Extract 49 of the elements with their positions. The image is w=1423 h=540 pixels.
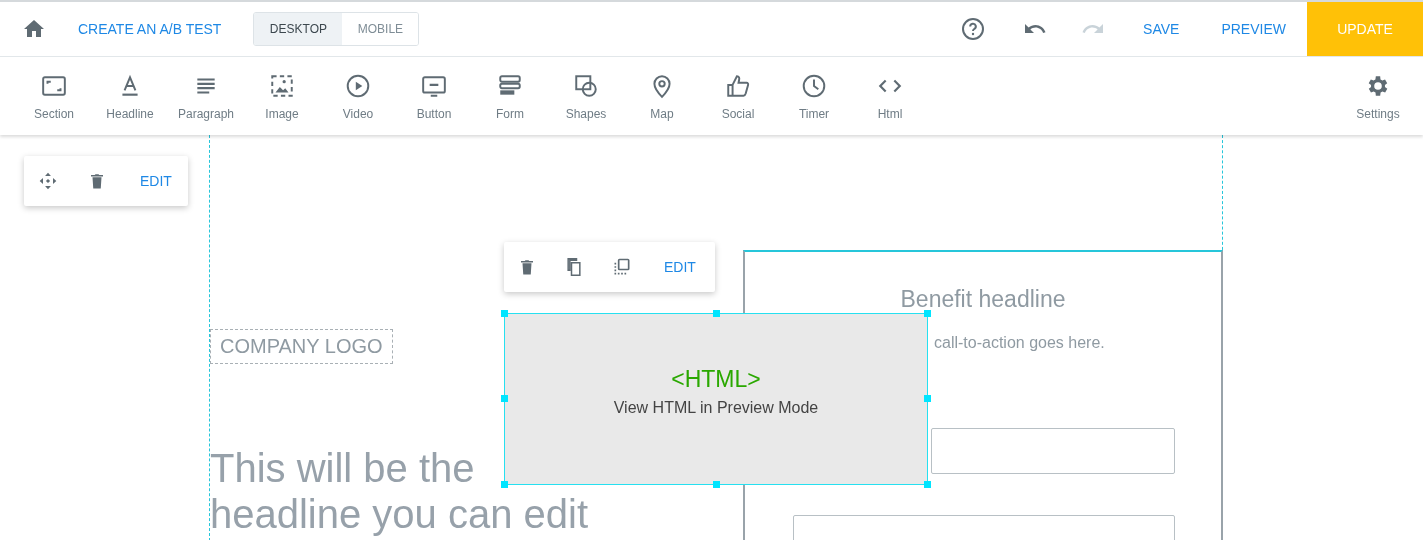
trash-icon[interactable]	[518, 258, 536, 276]
benefit-headline: Benefit headline	[899, 286, 1067, 313]
toolbar-item[interactable]: Timer	[776, 57, 852, 121]
toolbar-item[interactable]: Map	[624, 57, 700, 121]
toolbar-item[interactable]: Headline	[92, 57, 168, 121]
resize-handle[interactable]	[924, 395, 931, 402]
toolbar-item[interactable]: Html	[852, 57, 928, 121]
duplicate-icon[interactable]	[612, 257, 632, 277]
save-link[interactable]: SAVE	[1143, 21, 1180, 37]
preview-link[interactable]: PREVIEW	[1221, 21, 1286, 37]
toolbar-item[interactable]: Shapes	[548, 57, 624, 121]
edit-link[interactable]: EDIT	[140, 173, 172, 189]
toolbar-item[interactable]: Paragraph	[168, 57, 244, 121]
toolbar-item[interactable]: Form	[472, 57, 548, 121]
resize-handle[interactable]	[501, 481, 508, 488]
resize-handle[interactable]	[713, 310, 720, 317]
help-icon[interactable]	[961, 17, 986, 41]
social-icon	[725, 73, 751, 99]
video-icon	[345, 73, 371, 99]
edit-link[interactable]: EDIT	[664, 259, 696, 275]
toolbar-item[interactable]: Button	[396, 57, 472, 121]
resize-handle[interactable]	[924, 310, 931, 317]
headline-text: headline you can edit	[210, 491, 589, 537]
section-icon	[41, 73, 67, 99]
toolbar-item[interactable]: Social	[700, 57, 776, 121]
device-tab[interactable]: DESKTOP	[254, 13, 343, 45]
company-logo: COMPANY LOGO	[210, 329, 393, 364]
button-icon	[421, 73, 447, 99]
headline-text: This will be the	[210, 445, 475, 491]
trash-icon[interactable]	[88, 172, 106, 190]
timer-icon	[801, 73, 827, 99]
resize-handle[interactable]	[501, 395, 508, 402]
image-icon	[269, 73, 295, 99]
ab-test-link[interactable]: CREATE AN A/B TEST	[78, 21, 222, 37]
shapes-icon	[573, 73, 599, 99]
toolbar-item[interactable]: Image	[244, 57, 320, 121]
toolbar-item[interactable]: Video	[320, 57, 396, 121]
html-subtitle: View HTML in Preview Mode	[613, 399, 819, 417]
resize-handle[interactable]	[924, 481, 931, 488]
html-block[interactable]: <HTML> View HTML in Preview Mode	[504, 313, 928, 485]
toolbar-item[interactable]: Section	[16, 57, 92, 121]
copy-icon[interactable]	[564, 257, 584, 277]
cta-text: call-to-action goes here.	[934, 334, 1105, 352]
html-title: <HTML>	[671, 366, 761, 393]
resize-handle[interactable]	[713, 481, 720, 488]
move-icon[interactable]	[38, 171, 58, 191]
input-field[interactable]	[931, 428, 1175, 474]
settings-button[interactable]: Settings	[1333, 57, 1423, 121]
resize-handle[interactable]	[501, 310, 508, 317]
